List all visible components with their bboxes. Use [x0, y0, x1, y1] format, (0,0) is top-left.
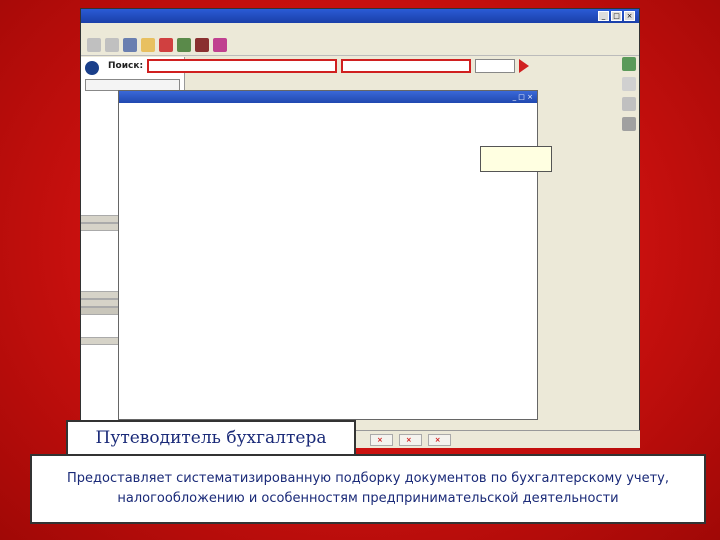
menu-bar	[81, 23, 639, 34]
search-query-input[interactable]	[341, 59, 472, 73]
logo-mark-icon	[85, 61, 99, 75]
search-options	[150, 76, 680, 86]
guide-tree	[119, 103, 537, 111]
description-box: Предоставляет систематизированную подбор…	[30, 454, 706, 524]
minimize-button[interactable]: _	[598, 11, 609, 21]
task-tab-3[interactable]: ×	[427, 433, 451, 446]
folder-icon[interactable]	[141, 37, 155, 52]
title-bar: _ □ ×	[81, 9, 639, 23]
forward-icon[interactable]	[105, 37, 119, 52]
print-icon[interactable]	[123, 37, 137, 52]
search-bar: Поиск:	[108, 58, 690, 74]
tool-icon[interactable]	[622, 117, 636, 131]
tooltip	[480, 146, 552, 172]
guide-document-window: _ □ ×	[118, 90, 538, 420]
task-tab-1[interactable]: ×	[370, 433, 393, 446]
search-label: Поиск:	[108, 61, 144, 71]
caption-title: Путеводитель бухгалтера	[66, 420, 356, 456]
maximize-button[interactable]: □	[611, 11, 622, 21]
search-go-icon[interactable]	[519, 59, 530, 73]
guide-window-controls[interactable]: _ □ ×	[513, 93, 533, 101]
close-button[interactable]: ×	[624, 11, 635, 21]
back-icon[interactable]	[87, 37, 101, 52]
info-icon[interactable]	[622, 97, 636, 111]
window-controls: _ □ ×	[598, 11, 635, 21]
search-scope-select[interactable]	[147, 59, 338, 73]
book-icon[interactable]	[195, 37, 209, 52]
save-icon[interactable]	[177, 37, 191, 52]
guide-window-titlebar: _ □ ×	[119, 91, 537, 103]
export-icon[interactable]	[213, 37, 227, 52]
search-type-select[interactable]	[475, 59, 516, 73]
task-tab-2[interactable]: ×	[398, 433, 422, 446]
bookmark-icon[interactable]	[159, 37, 173, 52]
toolbar	[81, 34, 639, 56]
